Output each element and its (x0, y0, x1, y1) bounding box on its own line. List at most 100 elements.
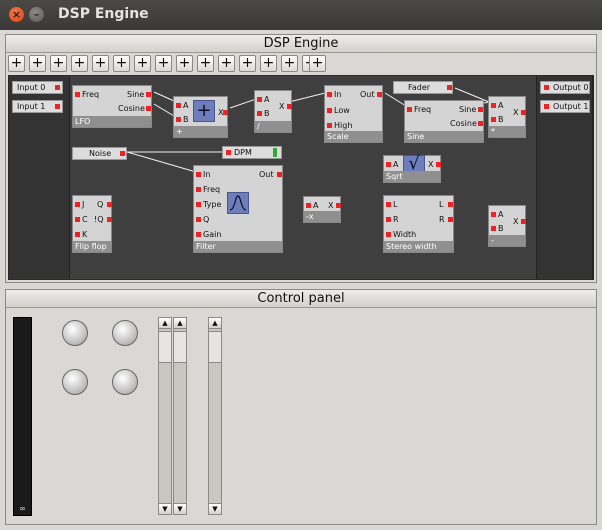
sine-sine-label: Sine (459, 105, 477, 114)
sw-r-label: R (393, 215, 399, 224)
add-node-button[interactable]: + (50, 55, 67, 72)
output-0[interactable]: Output 0 (540, 81, 590, 94)
filter-type-label: Type (203, 200, 222, 209)
scale-in-label: In (334, 90, 342, 99)
dpm-label: DPM (234, 148, 252, 157)
sqrt-title: Sqrt (384, 171, 440, 182)
filter-gain-label: Gain (203, 230, 222, 239)
noise-source[interactable]: Noise (72, 147, 127, 160)
flip-flop-node[interactable]: J Q C !Q K Flip flop (72, 195, 112, 253)
plus-icon: + (193, 100, 215, 122)
knob-1[interactable] (62, 320, 88, 346)
sw-lo-label: L (439, 200, 444, 209)
slider-up-icon[interactable]: ▲ (159, 318, 171, 329)
slider-down-icon[interactable]: ▼ (209, 503, 221, 514)
filter-out-label: Out (259, 170, 274, 179)
sw-width-label: Width (393, 230, 417, 239)
knob-2[interactable] (112, 320, 138, 346)
add-node-button[interactable]: + (218, 55, 235, 72)
sw-title: Stereo width (384, 241, 453, 252)
add-node-button[interactable]: + (113, 55, 130, 72)
add-b-label: B (183, 115, 189, 124)
fader-control[interactable]: Fader (393, 81, 453, 94)
dsp-engine-header: DSP Engine (6, 35, 596, 53)
sqrt-a-label: A (393, 160, 399, 169)
div-x-label: X (279, 102, 285, 111)
add-node-button[interactable]: + (71, 55, 88, 72)
lfo-title: LFO (73, 116, 151, 127)
scale-title: Scale (325, 131, 382, 142)
add-node[interactable]: A B + X + (173, 96, 228, 138)
sw-ro-label: R (439, 215, 445, 224)
vertical-slider-1[interactable]: ▲ ▼ (158, 317, 172, 515)
sine-node[interactable]: Freq Sine Cosine Sine (404, 100, 484, 143)
level-meter-label: ∞ (19, 504, 26, 513)
multiply-node[interactable]: A B X * (488, 96, 526, 138)
output-0-label: Output 0 (553, 83, 589, 92)
filter-node[interactable]: In Out Freq Type Q Gain Filter (193, 165, 283, 253)
vertical-slider-2[interactable]: ▲ ▼ (173, 317, 187, 515)
add-node-button[interactable]: + (134, 55, 151, 72)
knob-3[interactable] (62, 369, 88, 395)
fader-label: Fader (408, 83, 431, 92)
sine-title: Sine (405, 131, 483, 142)
slider-thumb[interactable] (174, 331, 186, 363)
sine-freq-label: Freq (414, 105, 432, 114)
slider-down-icon[interactable]: ▼ (159, 503, 171, 514)
output-1[interactable]: Output 1 (540, 100, 590, 113)
knob-4[interactable] (112, 369, 138, 395)
slider-down-icon[interactable]: ▼ (174, 503, 186, 514)
mul-title: * (489, 126, 525, 137)
div-title: / (255, 121, 291, 132)
input-1[interactable]: Input 1 (12, 100, 63, 113)
add-node-button[interactable]: + (8, 55, 25, 72)
control-panel: Control panel (5, 289, 597, 525)
filter-in-label: In (203, 170, 211, 179)
add-node-button[interactable]: + (239, 55, 256, 72)
add-node-button[interactable]: + (92, 55, 109, 72)
slider-up-icon[interactable]: ▲ (209, 318, 221, 329)
sqrt-node[interactable]: A √ X Sqrt (383, 155, 441, 183)
control-panel-header: Control panel (6, 290, 596, 308)
sub-b-label: B (498, 224, 504, 233)
divide-node[interactable]: A B X / (254, 90, 292, 133)
ff-title: Flip flop (73, 241, 111, 252)
window-titlebar: × – DSP Engine (0, 0, 602, 30)
add-node-button[interactable]: + (281, 55, 298, 72)
add-node-button[interactable]: + (155, 55, 172, 72)
sqrt-x-label: X (428, 160, 434, 169)
minimize-icon[interactable]: – (29, 7, 44, 22)
stereo-width-node[interactable]: L L R R Width Stereo width (383, 195, 454, 253)
negate-node[interactable]: A X -x (303, 196, 341, 223)
sub-title: - (489, 235, 525, 246)
lfo-node[interactable]: Freq Sine Cosine LFO (72, 85, 152, 128)
add-node-button[interactable]: + (176, 55, 193, 72)
close-icon[interactable]: × (9, 7, 24, 22)
slider-up-icon[interactable]: ▲ (174, 318, 186, 329)
node-graph-canvas[interactable]: Input 0 Input 1 Output 0 Output 1 Freq S… (8, 75, 594, 280)
scale-out-label: Out (360, 90, 375, 99)
input-0[interactable]: Input 0 (12, 81, 63, 94)
sub-x-label: X (513, 217, 519, 226)
add-node-button[interactable]: + (29, 55, 46, 72)
scale-low-label: Low (334, 106, 350, 115)
input-0-label: Input 0 (17, 83, 46, 92)
add-node-button[interactable]: + (260, 55, 277, 72)
ff-q-label: Q (97, 200, 104, 209)
ff-notq-label: !Q (94, 215, 104, 224)
add-a-label: A (183, 101, 189, 110)
sw-l-label: L (393, 200, 398, 209)
slider-thumb[interactable] (209, 331, 221, 363)
level-meter: ∞ (13, 317, 32, 516)
slider-thumb[interactable] (159, 331, 171, 363)
dpm-meter[interactable]: DPM (222, 146, 282, 159)
neg-x-label: X (328, 201, 334, 210)
lfo-sine-label: Sine (127, 90, 145, 99)
add-node-button[interactable]: + (197, 55, 214, 72)
noise-label: Noise (89, 149, 112, 158)
input-1-label: Input 1 (17, 102, 46, 111)
vertical-slider-3[interactable]: ▲ ▼ (208, 317, 222, 515)
add-node-button[interactable]: + (309, 55, 326, 72)
scale-node[interactable]: In Out Low High Scale (324, 85, 383, 143)
subtract-node[interactable]: A B X - (488, 205, 526, 247)
